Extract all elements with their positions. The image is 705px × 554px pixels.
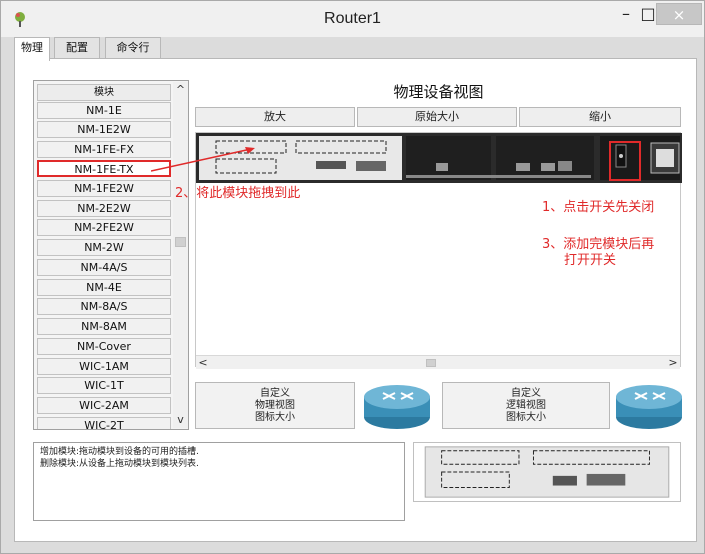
module-item[interactable]: NM-1E2W bbox=[37, 121, 171, 138]
info-line: 增加模块:拖动模块到设备的可用的插槽. bbox=[40, 447, 199, 457]
close-button[interactable]: × bbox=[656, 3, 702, 25]
module-item[interactable]: NM-1FE2W bbox=[37, 180, 171, 197]
module-item[interactable]: WIC-1AM bbox=[37, 358, 171, 375]
scroll-up-arrow-icon[interactable]: ^ bbox=[173, 82, 188, 98]
module-list-header: 模块 bbox=[37, 84, 171, 101]
module-item[interactable]: NM-2W bbox=[37, 239, 171, 256]
tab-cli[interactable]: 命令行 bbox=[105, 37, 161, 59]
original-size-button[interactable]: 原始大小 bbox=[357, 107, 517, 127]
info-line: 删除模块:从设备上拖动模块到模块列表. bbox=[40, 459, 199, 469]
module-info-text: 增加模块:拖动模块到设备的可用的插槽. 删除模块:从设备上拖动模块到模块列表. bbox=[33, 442, 405, 521]
router-icon bbox=[364, 385, 430, 429]
window-title: Router1 bbox=[324, 10, 381, 27]
router-icon bbox=[616, 385, 682, 429]
router-window: Router1 – □ × 物理 配置 命令行 模块 NM-1E NM-1E2W… bbox=[0, 0, 705, 554]
zoom-in-button[interactable]: 放大 bbox=[195, 107, 355, 127]
button-label-line: 自定义 bbox=[260, 387, 290, 399]
module-item[interactable]: NM-2E2W bbox=[37, 200, 171, 217]
button-label-line: 物理视图 bbox=[255, 399, 295, 411]
scrollbar-thumb[interactable] bbox=[175, 237, 186, 247]
annotation-turn-off: 1、点击开关先关闭 bbox=[542, 200, 655, 215]
scroll-left-arrow-icon[interactable]: < bbox=[196, 356, 210, 370]
device-view-scrollbar[interactable]: < > bbox=[196, 355, 680, 369]
button-label-line: 图标大小 bbox=[255, 411, 295, 423]
title-bar: Router1 – □ × bbox=[1, 1, 704, 37]
module-item[interactable]: NM-4A/S bbox=[37, 259, 171, 276]
module-item[interactable]: WIC-2T bbox=[37, 417, 171, 429]
module-item[interactable]: NM-1E bbox=[37, 102, 171, 119]
tab-config[interactable]: 配置 bbox=[54, 37, 100, 59]
module-item[interactable]: NM-8AM bbox=[37, 318, 171, 335]
view-title: 物理设备视图 bbox=[393, 83, 484, 101]
module-list-scrollbar[interactable]: ^ v bbox=[173, 82, 188, 428]
scrollbar-thumb[interactable] bbox=[426, 359, 436, 367]
tab-physical[interactable]: 物理 bbox=[14, 37, 50, 61]
module-preview-image bbox=[413, 442, 681, 502]
annotation-drag-module: 2、将此模块拖拽到此 bbox=[175, 186, 301, 201]
scroll-down-arrow-icon[interactable]: v bbox=[173, 412, 188, 428]
module-item[interactable]: NM-4E bbox=[37, 279, 171, 296]
button-label-line: 逻辑视图 bbox=[506, 399, 546, 411]
module-list: 模块 NM-1E NM-1E2W NM-1FE-FX NM-1FE-TX NM-… bbox=[33, 80, 189, 430]
custom-physical-icon-size-button[interactable]: 自定义 物理视图 图标大小 bbox=[195, 382, 355, 429]
module-item[interactable]: NM-2FE2W bbox=[37, 219, 171, 236]
module-item[interactable]: WIC-1T bbox=[37, 377, 171, 394]
module-item[interactable]: NM-8A/S bbox=[37, 298, 171, 315]
button-label-line: 自定义 bbox=[511, 387, 541, 399]
drag-arrow-icon bbox=[151, 147, 255, 172]
power-switch-highlight bbox=[609, 141, 641, 181]
custom-logical-icon-size-button[interactable]: 自定义 逻辑视图 图标大小 bbox=[442, 382, 610, 429]
zoom-out-button[interactable]: 缩小 bbox=[519, 107, 681, 127]
scroll-right-arrow-icon[interactable]: > bbox=[666, 356, 680, 370]
module-item[interactable]: NM-Cover bbox=[37, 338, 171, 355]
module-item[interactable]: WIC-2AM bbox=[37, 397, 171, 414]
annotation-turn-on-line2: 打开开关 bbox=[564, 253, 617, 268]
button-label-line: 图标大小 bbox=[506, 411, 546, 423]
